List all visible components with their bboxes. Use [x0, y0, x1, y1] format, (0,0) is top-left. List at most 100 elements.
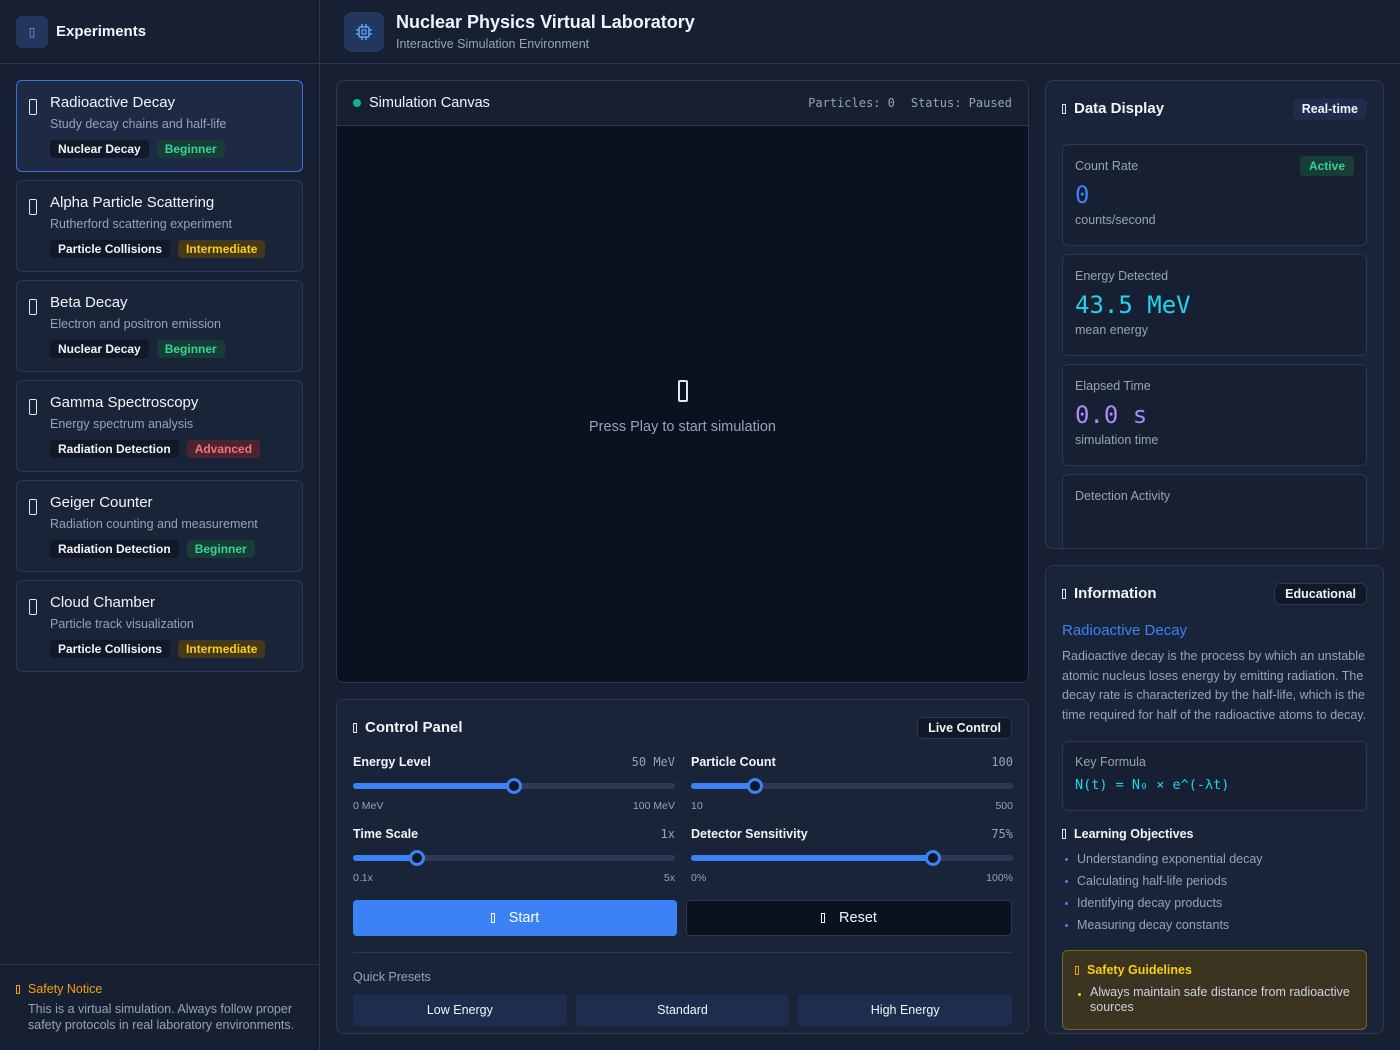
slider-fill [691, 783, 756, 789]
particle-count-slider: Particle Count 100 10 500 [691, 755, 1013, 812]
experiment-description: Particle track visualization [50, 617, 194, 631]
preset-standard-button[interactable]: Standard [575, 994, 790, 1026]
category-tag: Nuclear Decay [50, 340, 149, 358]
data-display-title: Data Display [1074, 100, 1165, 117]
data-display-panel: Data Display Real-time Count Rate Active… [1045, 80, 1384, 549]
experiment-card-radioactive-decay[interactable]: Radioactive Decay Study decay chains and… [16, 80, 303, 172]
time-scale-slider: Time Scale 1x 0.1x 5x [353, 827, 675, 884]
status-dot-icon [353, 99, 361, 107]
slider-min: 10 [691, 800, 703, 812]
list-item: Calculating half-life periods [1062, 870, 1367, 892]
slider-max: 100% [986, 872, 1013, 884]
preset-high-energy-button[interactable]: High Energy [798, 994, 1013, 1026]
realtime-badge: Real-time [1292, 97, 1367, 120]
slider-track[interactable] [353, 778, 675, 794]
level-badge: Beginner [156, 140, 225, 158]
list-item: Identifying decay products [1062, 892, 1367, 914]
simulation-canvas-panel: Simulation Canvas Particles: 0 Status: P… [336, 80, 1029, 683]
experiment-description: Electron and positron emission [50, 317, 221, 331]
key-formula-box: Key Formula N(t) = N₀ × e^(-λt) [1062, 741, 1367, 811]
slider-track[interactable] [353, 850, 675, 866]
reset-icon [821, 913, 826, 923]
simulation-canvas[interactable]: Press Play to start simulation [337, 126, 1028, 682]
category-tag: Nuclear Decay [50, 140, 149, 158]
start-button[interactable]: Start [353, 900, 677, 936]
category-tag: Particle Collisions [50, 640, 171, 658]
experiment-list: Radioactive Decay Study decay chains and… [0, 64, 319, 696]
slider-max: 100 MeV [632, 800, 675, 812]
slider-min: 0.1x [353, 872, 373, 884]
level-badge: Beginner [186, 540, 255, 558]
elapsed-time-card: Elapsed Time 0.0 s simulation time [1062, 364, 1367, 466]
preset-low-energy-button[interactable]: Low Energy [353, 994, 567, 1026]
experiment-info-text: Radioactive decay is the process by whic… [1062, 649, 1367, 722]
sidebar-title: Experiments [56, 23, 147, 40]
experiment-info-name: Radioactive Decay [1062, 622, 1188, 639]
sidebar-header: ▯ Experiments [0, 0, 319, 64]
energy-level-slider: Energy Level 50 MeV 0 MeV 100 MeV [353, 755, 675, 812]
simulation-status: Status: Paused [910, 96, 1012, 110]
elapsed-time-value: 0.0 s [1075, 401, 1148, 429]
level-badge: Advanced [186, 440, 261, 458]
start-label: Start [508, 910, 540, 926]
information-title: Information [1074, 585, 1157, 602]
target-icon [1062, 829, 1066, 839]
control-panel-title: Control Panel [365, 719, 463, 736]
reset-label: Reset [839, 910, 877, 926]
detector-sensitivity-slider: Detector Sensitivity 75% 0% 100% [691, 827, 1013, 884]
slider-label: Particle Count [691, 755, 776, 769]
atom-icon [29, 199, 37, 215]
slider-track[interactable] [691, 778, 1013, 794]
slider-thumb[interactable] [506, 778, 522, 794]
category-tag: Radiation Detection [50, 540, 179, 558]
experiment-card-gamma-spectroscopy[interactable]: Gamma Spectroscopy Energy spectrum analy… [16, 380, 303, 472]
slider-track[interactable] [691, 850, 1013, 866]
atom-icon [29, 299, 37, 315]
slider-label: Detector Sensitivity [691, 827, 808, 841]
safety-notice-text: This is a virtual simulation. Always fol… [28, 1002, 295, 1032]
atom-icon [29, 99, 37, 115]
slider-min: 0% [691, 872, 707, 884]
slider-fill [353, 783, 514, 789]
slider-value: 100 [991, 755, 1013, 769]
metric-label: Detection Activity [1075, 489, 1171, 503]
metric-unit: counts/second [1075, 213, 1156, 227]
slider-min: 0 MeV [353, 800, 384, 812]
sidebar: ▯ Experiments Radioactive Decay Study de… [0, 0, 320, 1050]
safety-notice-title: Safety Notice [28, 982, 103, 996]
page-title: Nuclear Physics Virtual Laboratory [396, 12, 695, 32]
info-icon [1062, 588, 1066, 599]
experiment-card-cloud-chamber[interactable]: Cloud Chamber Particle track visualizati… [16, 580, 303, 672]
experiment-card-alpha-scattering[interactable]: Alpha Particle Scattering Rutherford sca… [16, 180, 303, 272]
slider-max: 5x [663, 872, 675, 884]
detection-activity-card: Detection Activity [1062, 474, 1367, 548]
page-subtitle: Interactive Simulation Environment [396, 37, 590, 51]
reset-button[interactable]: Reset [686, 900, 1012, 936]
flask-icon: ▯ [16, 15, 48, 48]
slider-thumb[interactable] [747, 778, 764, 794]
objectives-list: Understanding exponential decay Calculat… [1062, 848, 1367, 936]
metric-unit: mean energy [1075, 323, 1148, 337]
level-badge: Beginner [156, 340, 225, 358]
canvas-prompt: Press Play to start simulation [589, 419, 776, 435]
list-item: Measuring decay constants [1062, 914, 1367, 936]
warning-icon [16, 984, 20, 994]
experiment-name: Gamma Spectroscopy [50, 394, 199, 411]
play-icon [490, 913, 495, 923]
metric-label: Energy Detected [1075, 269, 1169, 283]
slider-thumb[interactable] [924, 850, 941, 866]
experiment-card-geiger-counter[interactable]: Geiger Counter Radiation counting and me… [16, 480, 303, 572]
slider-value: 1x [660, 827, 675, 841]
experiment-card-beta-decay[interactable]: Beta Decay Electron and positron emissio… [16, 280, 303, 372]
list-item: Understanding exponential decay [1062, 848, 1367, 870]
control-panel: Control Panel Live Control Energy Level 5… [336, 699, 1029, 1034]
play-icon [678, 380, 688, 402]
information-panel: Information Educational Radioactive Deca… [1045, 565, 1384, 1034]
slider-thumb[interactable] [409, 850, 426, 866]
experiment-name: Alpha Particle Scattering [50, 194, 215, 211]
experiment-description: Rutherford scattering experiment [50, 217, 233, 231]
experiment-description: Study decay chains and half-life [50, 117, 227, 131]
slider-fill [691, 855, 933, 861]
divider [353, 952, 1012, 953]
slider-label: Time Scale [353, 827, 419, 841]
